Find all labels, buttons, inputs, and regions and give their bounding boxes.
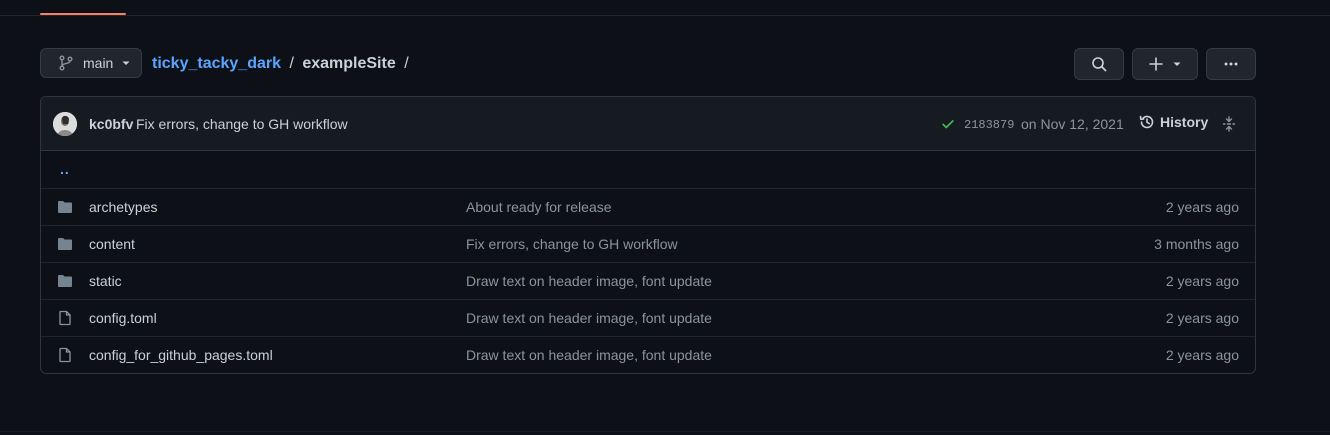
- breadcrumb-current-dir: exampleSite: [302, 55, 396, 72]
- file-icon: [59, 347, 71, 363]
- footer-divider: [0, 431, 1330, 432]
- parent-directory-link[interactable]: ..: [60, 161, 70, 177]
- breadcrumb-repo-link[interactable]: ticky_tacky_dark: [152, 55, 281, 72]
- branch-select-button[interactable]: main: [40, 48, 142, 78]
- folder-icon: [58, 238, 72, 250]
- commit-date: on Nov 12, 2021: [1021, 116, 1124, 132]
- folder-icon: [58, 275, 72, 287]
- file-age: 3 months ago: [1154, 236, 1239, 252]
- chevron-down-icon: [122, 61, 130, 65]
- file-commit-message[interactable]: Fix errors, change to GH workflow: [466, 236, 678, 252]
- search-icon: [1092, 57, 1107, 72]
- history-icon: [1139, 115, 1154, 129]
- parent-directory-row[interactable]: ..: [41, 151, 1255, 188]
- file-commit-message[interactable]: About ready for release: [466, 199, 612, 215]
- commit-sha[interactable]: 2183879: [964, 118, 1014, 132]
- breadcrumb-separator: /: [289, 55, 294, 72]
- go-to-file-button[interactable]: [1074, 48, 1124, 80]
- file-age: 2 years ago: [1165, 199, 1239, 215]
- file-name-link[interactable]: content: [89, 236, 135, 252]
- file-commit-message[interactable]: Draw text on header image, font update: [466, 347, 712, 363]
- unfold-icon[interactable]: [1222, 116, 1236, 132]
- branch-name: main: [83, 55, 114, 71]
- history-link[interactable]: History: [1139, 114, 1208, 130]
- folder-icon: [58, 201, 72, 213]
- file-name-link[interactable]: archetypes: [89, 199, 157, 215]
- file-age: 2 years ago: [1165, 273, 1239, 289]
- file-commit-message[interactable]: Draw text on header image, font update: [466, 310, 712, 326]
- table-row[interactable]: content Fix errors, change to GH workflo…: [41, 225, 1255, 262]
- file-icon: [59, 310, 71, 326]
- table-row[interactable]: archetypes About ready for release 2 yea…: [41, 188, 1255, 225]
- commit-message[interactable]: Fix errors, change to GH workflow: [136, 116, 348, 132]
- more-options-button[interactable]: [1206, 48, 1256, 80]
- file-name-link[interactable]: config_for_github_pages.toml: [89, 347, 273, 363]
- avatar[interactable]: [53, 112, 77, 136]
- file-age: 2 years ago: [1165, 310, 1239, 326]
- file-age: 2 years ago: [1165, 347, 1239, 363]
- add-file-button[interactable]: [1132, 48, 1198, 80]
- check-icon[interactable]: [941, 117, 955, 131]
- git-branch-icon: [59, 55, 73, 71]
- kebab-horizontal-icon: [1224, 62, 1238, 66]
- breadcrumb-trailing-separator: /: [404, 55, 409, 72]
- file-list: kc0bfv Fix errors, change to GH workflow…: [40, 96, 1256, 374]
- breadcrumb: ticky_tacky_dark / exampleSite /: [152, 54, 413, 74]
- file-name-link[interactable]: config.toml: [89, 310, 157, 326]
- history-label: History: [1160, 114, 1209, 130]
- file-navigation: main ticky_tacky_dark / exampleSite /: [40, 48, 1256, 80]
- header-divider: [0, 15, 1330, 16]
- commit-author[interactable]: kc0bfv: [89, 116, 133, 132]
- file-name-link[interactable]: static: [89, 273, 122, 289]
- plus-icon: [1149, 57, 1163, 71]
- table-row[interactable]: config_for_github_pages.toml Draw text o…: [41, 336, 1255, 373]
- active-tab-indicator: [40, 13, 126, 15]
- chevron-down-icon: [1173, 62, 1181, 66]
- table-row[interactable]: config.toml Draw text on header image, f…: [41, 299, 1255, 336]
- file-commit-message[interactable]: Draw text on header image, font update: [466, 273, 712, 289]
- table-row[interactable]: static Draw text on header image, font u…: [41, 262, 1255, 299]
- latest-commit-bar: kc0bfv Fix errors, change to GH workflow…: [41, 97, 1255, 151]
